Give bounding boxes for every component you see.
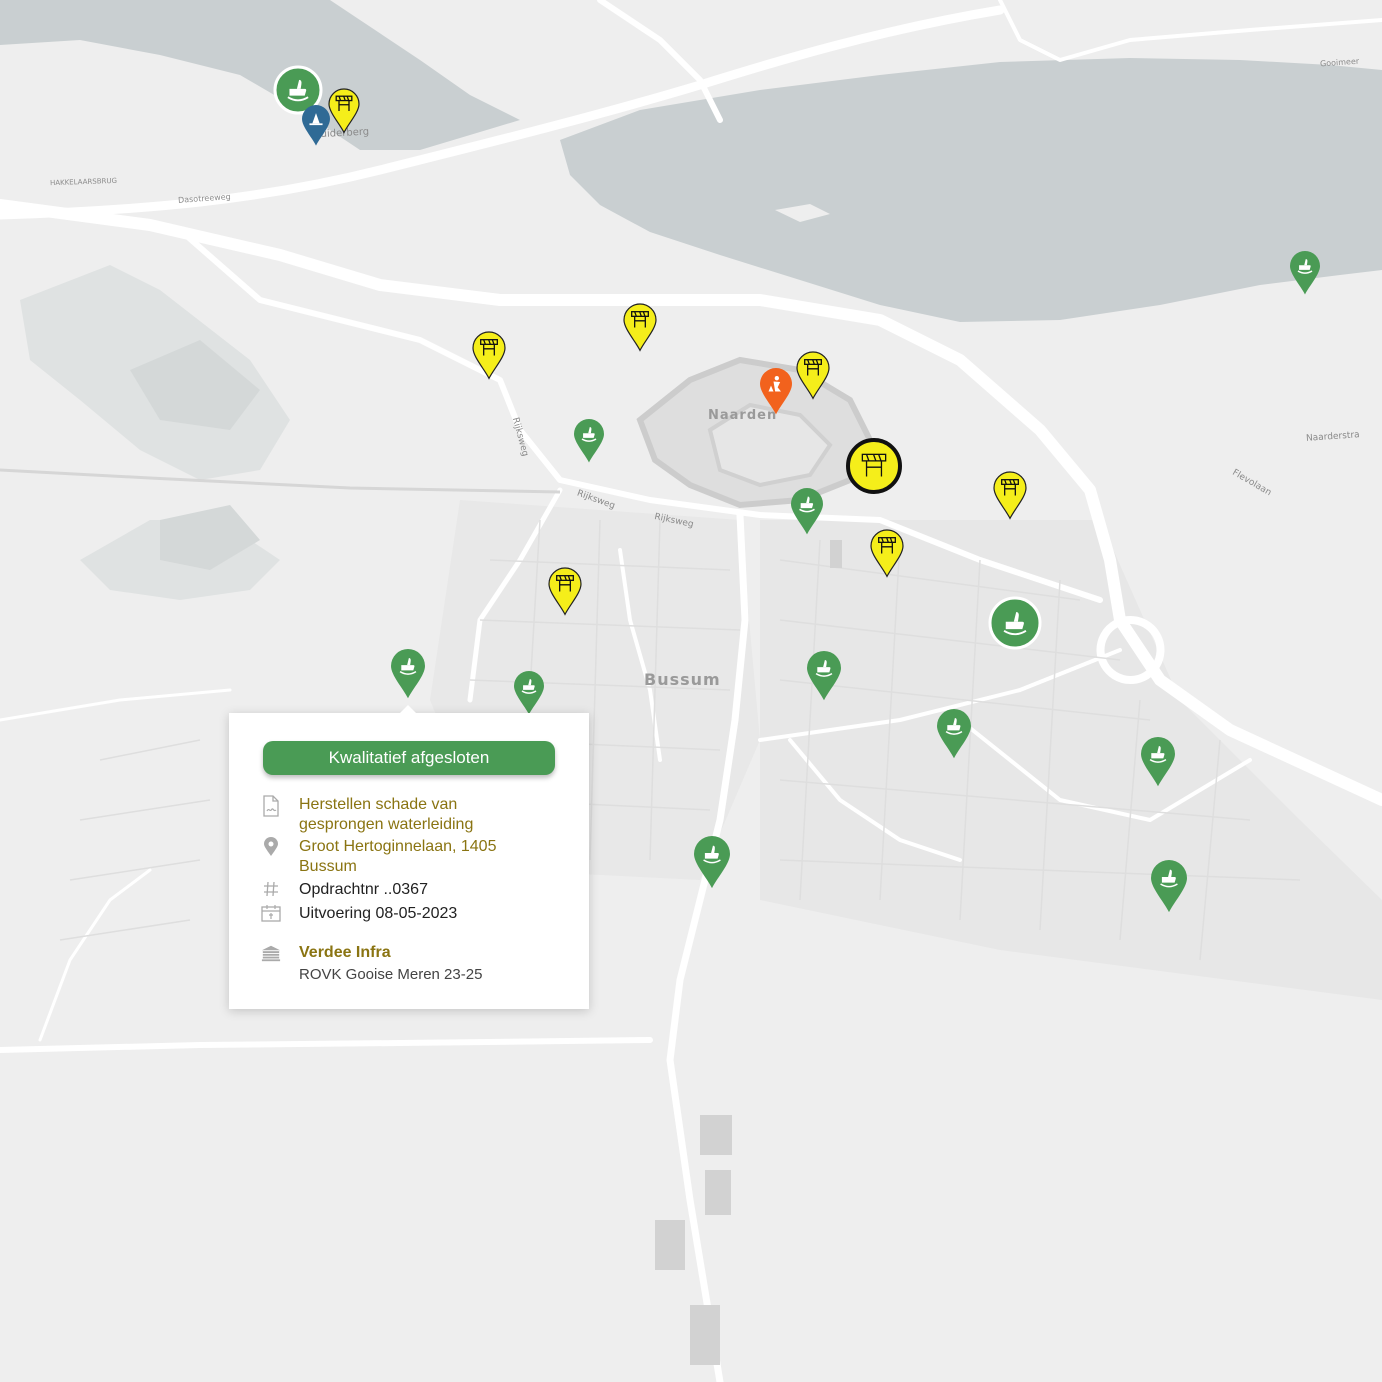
document-signature-icon (261, 795, 281, 835)
map-marker-green-17[interactable] (514, 670, 544, 714)
map-marker-orange-6[interactable] (760, 367, 792, 414)
company-building-icon (261, 943, 281, 985)
hand-thumbs-up-icon (694, 835, 730, 888)
map-marker-yellow-10[interactable] (993, 470, 1027, 520)
road-barrier-icon (870, 528, 904, 578)
map-marker-blue-2[interactable] (302, 105, 330, 146)
road-barrier-icon (548, 566, 582, 616)
road-barrier-icon (846, 438, 902, 494)
address-line-1: Groot Hertoginnelaan, 1405 (299, 838, 497, 855)
hand-thumbs-up-icon (1290, 250, 1320, 294)
map-marker-green-20[interactable] (694, 835, 730, 888)
calendar-icon (261, 904, 281, 924)
road-worker-icon (760, 367, 792, 414)
hand-thumbs-up-icon (574, 418, 604, 462)
map-marker-selected-yellow[interactable] (846, 438, 902, 494)
traffic-cone-icon (302, 105, 330, 146)
address-line-2: Bussum (299, 858, 357, 875)
hash-icon (261, 880, 281, 900)
map-marker-yellow-12[interactable] (870, 528, 904, 578)
work-order-popup: Kwalitatief afgesloten Herstellen schade… (229, 705, 589, 1009)
contract-name: ROVK Gooise Meren 23-25 (299, 966, 483, 983)
label-bussum: Bussum (644, 670, 721, 689)
map-marker-yellow-13[interactable] (548, 566, 582, 616)
hand-thumbs-up-icon (791, 487, 823, 534)
map-marker-green-18[interactable] (937, 708, 971, 758)
description-line-1: Herstellen schade van (299, 796, 458, 813)
map-marker-yellow-5[interactable] (472, 330, 506, 380)
map-canvas[interactable]: Gooimeer Muiderberg HAKKELAARSBRUG Dasot… (0, 0, 1382, 1382)
location-pin-icon (261, 837, 281, 877)
status-badge: Kwalitatief afgesloten (263, 741, 555, 775)
hand-thumbs-up-icon (514, 670, 544, 714)
hand-thumbs-up-icon (1151, 859, 1187, 912)
map-marker-green-16[interactable] (807, 650, 841, 700)
map-marker-green-15[interactable] (391, 648, 425, 698)
contractor-row: Verdee Infra ROVK Gooise Meren 23-25 (261, 943, 482, 985)
execution-date: Uitvoering 08-05-2023 (299, 905, 458, 922)
hand-thumbs-up-icon (937, 708, 971, 758)
map-marker-green-8[interactable] (574, 418, 604, 462)
order-number: Opdrachtnr ..0367 (299, 881, 428, 898)
description-row: Herstellen schade van gesprongen waterle… (261, 795, 473, 835)
map-marker-yellow-1[interactable] (328, 87, 360, 134)
map-marker-yellow-4[interactable] (623, 302, 657, 352)
road-barrier-icon (472, 330, 506, 380)
order-number-row: Opdrachtnr ..0367 (261, 880, 428, 900)
map-base (0, 0, 1382, 1382)
road-barrier-icon (623, 302, 657, 352)
road-barrier-icon (796, 350, 830, 400)
map-marker-green-3[interactable] (1290, 250, 1320, 294)
hand-thumbs-up-icon (807, 650, 841, 700)
hand-thumbs-up-icon (988, 596, 1042, 650)
map-marker-cluster-green-14[interactable] (988, 596, 1042, 650)
hand-thumbs-up-icon (1141, 736, 1175, 786)
map-marker-green-21[interactable] (1151, 859, 1187, 912)
road-barrier-icon (993, 470, 1027, 520)
address-row: Groot Hertoginnelaan, 1405 Bussum (261, 837, 496, 877)
road-barrier-icon (328, 87, 360, 134)
map-marker-green-11[interactable] (791, 487, 823, 534)
description-line-2: gesprongen waterleiding (299, 816, 474, 833)
contractor-name: Verdee Infra (299, 944, 391, 961)
execution-date-row: Uitvoering 08-05-2023 (261, 904, 457, 924)
map-marker-yellow-7[interactable] (796, 350, 830, 400)
hand-thumbs-up-icon (391, 648, 425, 698)
map-marker-green-19[interactable] (1141, 736, 1175, 786)
